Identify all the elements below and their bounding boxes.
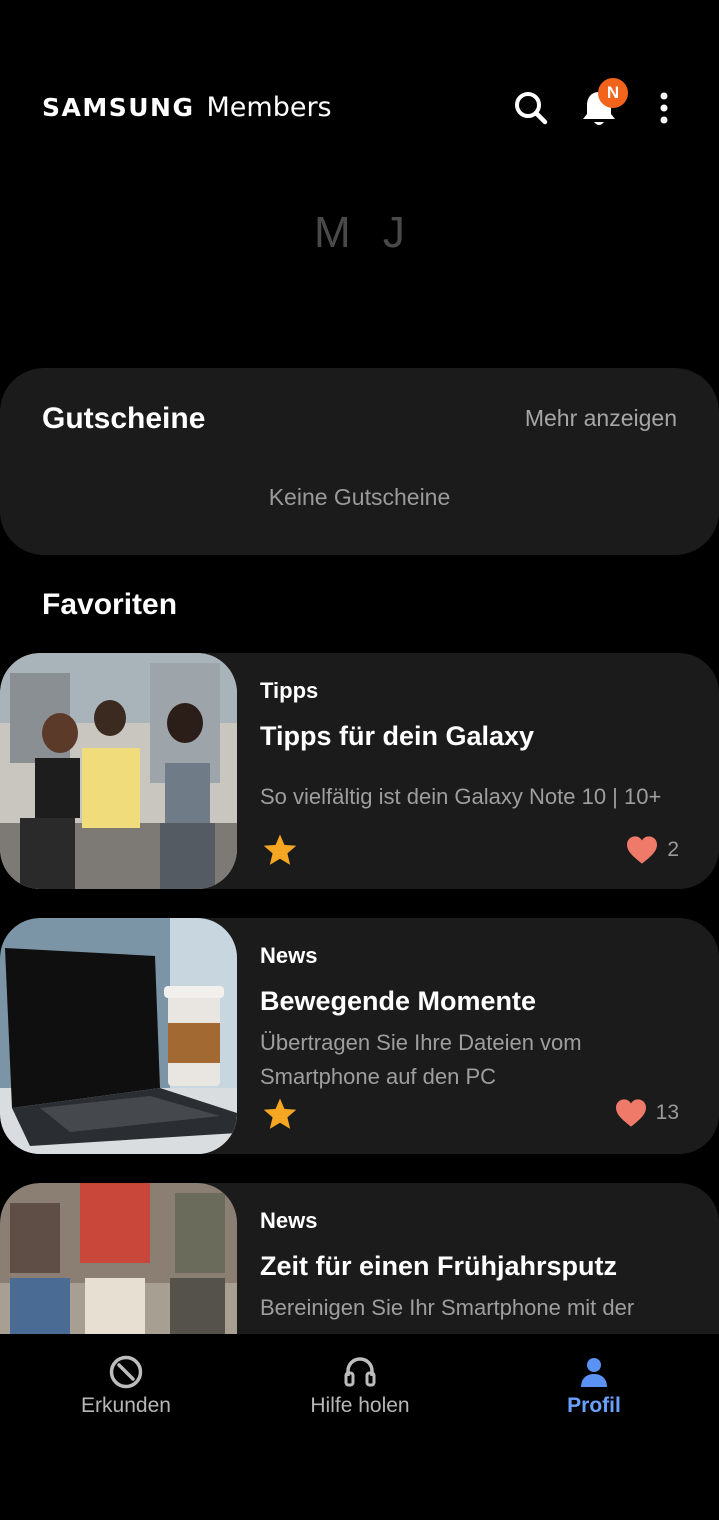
person-icon <box>581 1358 607 1387</box>
favorite-card[interactable]: News Bewegende Momente Übertragen Sie Ih… <box>0 918 719 1154</box>
likes[interactable]: 2 <box>625 835 679 865</box>
vouchers-card: Gutscheine Mehr anzeigen Keine Gutschein… <box>0 368 719 555</box>
favorites-title: Favoriten <box>42 588 178 621</box>
favorite-title: Tipps für dein Galaxy <box>260 721 535 751</box>
vouchers-empty-text: Keine Gutscheine <box>268 484 451 510</box>
nav-label: Hilfe holen <box>310 1394 410 1417</box>
likes-count: 2 <box>667 838 679 861</box>
vouchers-title: Gutscheine <box>42 402 206 435</box>
heart-icon <box>615 1099 646 1127</box>
favorite-title: Zeit für einen Frühjahrsputz <box>260 1251 618 1281</box>
headset-icon <box>344 1357 376 1387</box>
brand-samsung: SAMSUNG <box>42 93 195 122</box>
favorite-category: News <box>260 943 318 968</box>
favorite-category: Tipps <box>260 678 319 703</box>
app-bar: SAMSUNG Members <box>0 60 719 156</box>
favorite-thumbnail-image <box>0 918 237 1154</box>
profile-initials[interactable]: M J <box>0 208 719 258</box>
app-logo: SAMSUNG Members <box>42 92 332 123</box>
favorite-star-icon[interactable] <box>262 1097 298 1131</box>
show-more-link[interactable]: Mehr anzeigen <box>525 405 677 432</box>
nav-item-profile[interactable]: Profil <box>484 1354 704 1434</box>
nav-label: Erkunden <box>81 1394 171 1417</box>
nav-item-explore[interactable]: Erkunden <box>16 1354 236 1434</box>
favorite-description: Übertragen Sie Ihre Dateien vom Smartpho… <box>260 1030 582 1089</box>
compass-icon <box>109 1355 143 1389</box>
favorite-star-icon[interactable] <box>262 833 298 867</box>
favorite-description: So vielfältig ist dein Galaxy Note 10 | … <box>260 784 662 809</box>
search-icon[interactable] <box>511 88 551 128</box>
favorite-category: News <box>260 1208 318 1233</box>
favorite-thumbnail-image <box>0 653 237 889</box>
favorite-title: Bewegende Momente <box>260 986 537 1016</box>
notification-badge: N <box>598 78 628 108</box>
brand-members: Members <box>206 92 332 123</box>
nav-label: Profil <box>567 1394 621 1417</box>
more-vert-icon[interactable] <box>650 88 678 128</box>
likes[interactable]: 13 <box>614 1098 679 1128</box>
favorite-card[interactable]: Tipps Tipps für dein Galaxy So vielfälti… <box>0 653 719 889</box>
nav-item-get-help[interactable]: Hilfe holen <box>250 1354 470 1434</box>
likes-count: 13 <box>655 1101 679 1124</box>
heart-icon <box>627 836 658 864</box>
favorite-description: Bereinigen Sie Ihr Smartphone mit der <box>260 1295 635 1320</box>
bottom-nav: Erkunden Hilfe holen Profil <box>0 1334 719 1520</box>
